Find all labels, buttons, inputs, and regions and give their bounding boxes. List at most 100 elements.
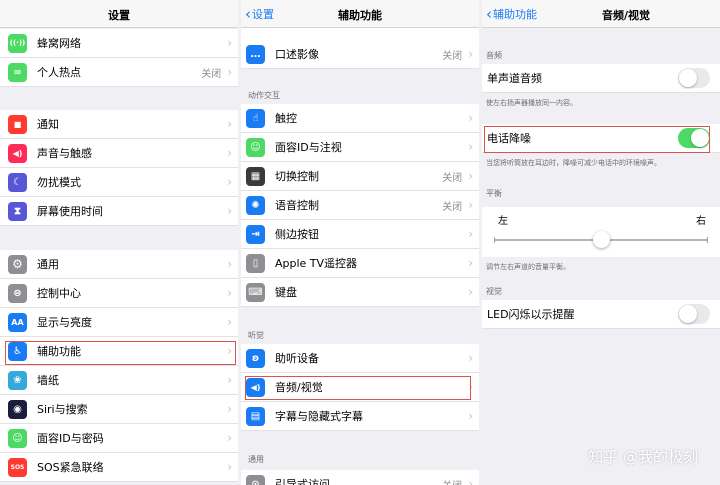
partial-row	[241, 28, 479, 40]
settings-item-face-id[interactable]: ☺ 面容ID与密码 ›	[0, 424, 238, 453]
chevron-right-icon: ›	[227, 402, 232, 416]
mono-audio-toggle[interactable]	[678, 68, 710, 88]
accessibility-item-label: 助听设备	[275, 352, 319, 365]
sos-icon: SOS	[8, 457, 27, 477]
mono-audio-note: 使左右扬声器播放同一内容。	[486, 99, 577, 107]
audio-visual-icon: ◀)	[246, 377, 265, 397]
chevron-right-icon: ›	[227, 460, 232, 474]
chevron-right-icon: ›	[227, 344, 232, 358]
audio-visual-panel: ‹ 辅助功能 音频/视觉 音频 单声道音频 使左右扬声器播放同一内容。 电话降噪…	[482, 0, 720, 485]
accessibility-item-apple-tv-remote[interactable]: ▯ Apple TV遥控器 ›	[241, 249, 479, 278]
chevron-right-icon: ›	[468, 285, 473, 299]
audio-visual-navbar: ‹ 辅助功能 音频/视觉	[482, 0, 720, 28]
accessibility-item-label: 引导式访问	[275, 478, 330, 485]
accessibility-item-label: 字幕与隐藏式字幕	[275, 410, 363, 423]
chevron-right-icon: ›	[227, 431, 232, 445]
accessibility-item-label: 侧边按钮	[275, 228, 319, 241]
settings-item-label: 个人热点	[37, 66, 81, 79]
display-icon: AA	[8, 312, 27, 332]
accessibility-item-touch[interactable]: ☝ 触控 ›	[241, 104, 479, 133]
face-id-icon: ☺	[8, 428, 27, 448]
settings-item-label: 屏幕使用时间	[37, 205, 103, 218]
switch-control-icon: ▦	[246, 166, 265, 186]
accessibility-item-side-button[interactable]: ⇥ 侧边按钮 ›	[241, 220, 479, 249]
toggle-knob	[679, 69, 697, 87]
noise-cancellation-row: 电话降噪	[482, 124, 720, 153]
chevron-right-icon: ›	[227, 286, 232, 300]
settings-item-sounds[interactable]: ◀) 声音与触感 ›	[0, 139, 238, 168]
chevron-right-icon: ›	[227, 117, 232, 131]
settings-item-label: 通用	[37, 258, 59, 271]
settings-item-display[interactable]: AA 显示与亮度 ›	[0, 308, 238, 337]
accessibility-item-label: 语音控制	[275, 199, 319, 212]
speaker-icon: ◀)	[8, 143, 27, 163]
accessibility-item-keyboard[interactable]: ⌨ 键盘 ›	[241, 278, 479, 307]
noise-cancellation-toggle[interactable]	[678, 128, 710, 148]
mono-audio-row: 单声道音频	[482, 64, 720, 93]
settings-item-label: 蜂窝网络	[37, 37, 81, 50]
settings-item-control-center[interactable]: ⊜ 控制中心 ›	[0, 279, 238, 308]
hourglass-icon: ⧗	[8, 201, 27, 221]
accessibility-item-subtitles[interactable]: ▤ 字幕与隐藏式字幕 ›	[241, 402, 479, 431]
balance-slider-thumb[interactable]	[593, 231, 610, 248]
chevron-right-icon: ›	[468, 351, 473, 365]
settings-item-label: 勿扰模式	[37, 176, 81, 189]
voice-control-status: 关闭	[442, 201, 463, 213]
back-button[interactable]: ‹ 辅助功能	[486, 6, 537, 22]
speech-bubble-icon: …	[246, 44, 265, 64]
chevron-right-icon: ›	[468, 227, 473, 241]
balance-left-label: 左	[498, 216, 508, 227]
accessibility-panel: … 口述影像 关闭 › 动作交互 ☝ 触控 › ☺ 面容ID与注视 › ▦ 切换…	[241, 0, 479, 485]
voice-control-icon: ✺	[246, 195, 265, 215]
settings-item-siri[interactable]: ◉ Siri与搜索 ›	[0, 395, 238, 424]
chevron-right-icon: ›	[468, 256, 473, 270]
caption-icon: ▤	[246, 406, 265, 426]
back-button-label: 辅助功能	[493, 8, 537, 21]
accessibility-item-switch-control[interactable]: ▦ 切换控制 关闭 ›	[241, 162, 479, 191]
settings-item-hotspot[interactable]: ∞ 个人热点 关闭 ›	[0, 58, 238, 87]
led-flash-toggle[interactable]	[678, 304, 710, 324]
accessibility-item-voice-control[interactable]: ✺ 语音控制 关闭 ›	[241, 191, 479, 220]
accessibility-item-audio-description[interactable]: … 口述影像 关闭 ›	[241, 40, 479, 69]
balance-slider-card: 左 右	[482, 207, 720, 257]
notification-icon: ■	[8, 114, 27, 134]
settings-navbar: 设置	[0, 0, 238, 28]
accessibility-item-face-id[interactable]: ☺ 面容ID与注视 ›	[241, 133, 479, 162]
accessibility-item-hearing-devices[interactable]: ʚ 助听设备 ›	[241, 344, 479, 373]
settings-item-sos[interactable]: SOS SOS紧急联络 ›	[0, 453, 238, 482]
noise-cancellation-label: 电话降噪	[487, 132, 531, 145]
keyboard-icon: ⌨	[246, 282, 265, 302]
settings-item-notifications[interactable]: ■ 通知 ›	[0, 110, 238, 139]
settings-item-wallpaper[interactable]: ❀ 墙纸 ›	[0, 366, 238, 395]
accessibility-item-label: 触控	[275, 112, 297, 125]
balance-right-label: 右	[696, 216, 706, 227]
settings-item-cellular[interactable]: ((·)) 蜂窝网络 ›	[0, 29, 238, 58]
chevron-right-icon: ›	[468, 140, 473, 154]
settings-item-accessibility[interactable]: ♿ 辅助功能 ›	[0, 337, 238, 366]
settings-item-general[interactable]: ⚙ 通用 ›	[0, 250, 238, 279]
chevron-right-icon: ›	[227, 65, 232, 79]
settings-item-label: 辅助功能	[37, 345, 81, 358]
accessibility-item-label: 口述影像	[275, 48, 319, 61]
slider-tick	[494, 237, 495, 243]
section-header-general: 通用	[248, 455, 264, 464]
chevron-right-icon: ›	[468, 111, 473, 125]
section-header-interaction: 动作交互	[248, 91, 280, 100]
accessibility-item-label: 面容ID与注视	[275, 141, 342, 154]
chevron-right-icon: ›	[227, 36, 232, 50]
chevron-right-icon: ›	[227, 257, 232, 271]
settings-item-label: 墙纸	[37, 374, 59, 387]
moon-icon: ☾	[8, 172, 27, 192]
chevron-right-icon: ›	[468, 169, 473, 183]
section-header-visual: 视觉	[486, 287, 502, 296]
chevron-right-icon: ›	[468, 409, 473, 423]
settings-item-screen-time[interactable]: ⧗ 屏幕使用时间 ›	[0, 197, 238, 226]
balance-slider-track[interactable]	[494, 231, 708, 248]
hotspot-icon: ∞	[8, 62, 27, 82]
accessibility-item-guided-access[interactable]: ⊙ 引导式访问 关闭 ›	[241, 470, 479, 485]
balance-note: 调节左右声道的音量平衡。	[486, 263, 570, 271]
wallpaper-icon: ❀	[8, 370, 27, 390]
settings-item-dnd[interactable]: ☾ 勿扰模式 ›	[0, 168, 238, 197]
accessibility-item-audio-visual[interactable]: ◀) 音频/视觉 ›	[241, 373, 479, 402]
accessibility-item-label: Apple TV遥控器	[275, 257, 358, 270]
